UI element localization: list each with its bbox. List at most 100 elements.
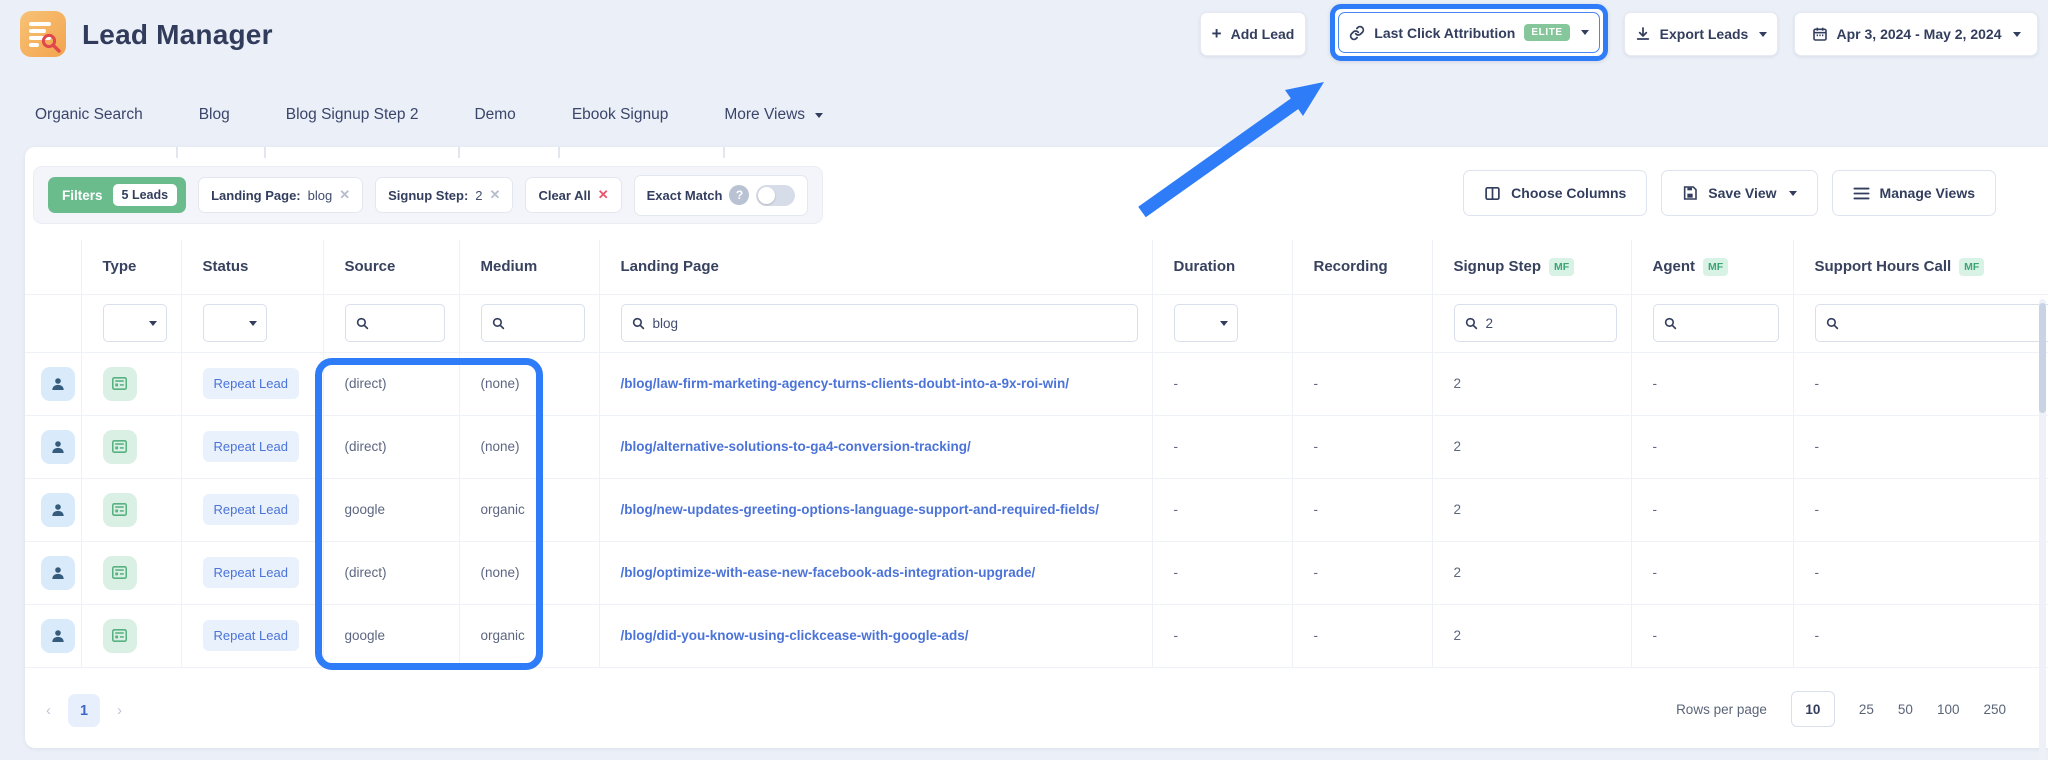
filter-chip-signup-step[interactable]: Signup Step: 2 ✕: [375, 177, 514, 213]
support-filter-field[interactable]: [1846, 315, 2048, 331]
tab-divider: [558, 147, 560, 158]
filter-source-cell: [323, 294, 460, 353]
table-row[interactable]: Repeat Lead google organic /blog/new-upd…: [25, 478, 2048, 542]
header-duration: Duration: [1152, 240, 1293, 295]
attribution-highlight-ring: Last Click Attribution ELITE: [1330, 4, 1608, 61]
export-leads-button[interactable]: Export Leads: [1624, 12, 1778, 56]
row-support-cell: -: [1793, 415, 2048, 479]
signup-step-filter-input[interactable]: [1453, 304, 1617, 342]
header-signup-step: Signup Step MF: [1432, 240, 1632, 295]
clear-all-button[interactable]: Clear All ✕: [525, 177, 622, 213]
row-avatar-cell: [25, 478, 82, 542]
row-signup-step-cell: 2: [1432, 541, 1632, 605]
filter-chip-landing-page[interactable]: Landing Page: blog ✕: [198, 177, 364, 213]
status-badge: Repeat Lead: [202, 368, 299, 399]
agent-filter-input[interactable]: [1652, 304, 1779, 342]
more-views-dropdown[interactable]: More Views: [724, 100, 824, 130]
table-filter-row: [25, 294, 2048, 353]
header-type: Type: [81, 240, 182, 295]
status-filter-select[interactable]: [202, 304, 267, 342]
elite-badge: ELITE: [1524, 24, 1570, 41]
table-row[interactable]: Repeat Lead (direct) (none) /blog/law-fi…: [25, 352, 2048, 416]
chevron-down-icon: [1788, 190, 1797, 196]
medium-filter-input[interactable]: [480, 304, 585, 342]
row-support-cell: -: [1793, 541, 2048, 605]
row-source-cell: (direct): [323, 352, 460, 416]
choose-columns-button[interactable]: Choose Columns: [1463, 170, 1648, 216]
type-filter-select[interactable]: [102, 304, 167, 342]
source-filter-input[interactable]: [344, 304, 445, 342]
manage-views-button[interactable]: Manage Views: [1831, 170, 1996, 216]
exact-match-toggle[interactable]: [756, 184, 796, 206]
chevron-down-icon: [1219, 320, 1228, 326]
save-icon: [1684, 186, 1698, 200]
row-status-cell: Repeat Lead: [181, 352, 324, 416]
rows-per-page-50[interactable]: 50: [1898, 702, 1913, 717]
row-status-cell: Repeat Lead: [181, 604, 324, 668]
signup-step-filter-field[interactable]: [1485, 315, 1606, 331]
tab-blog-signup-step-2[interactable]: Blog Signup Step 2: [286, 100, 419, 130]
tab-ebook-signup[interactable]: Ebook Signup: [572, 100, 669, 130]
row-support-cell: -: [1793, 604, 2048, 668]
table-row[interactable]: Repeat Lead (direct) (none) /blog/optimi…: [25, 541, 2048, 605]
next-page-icon[interactable]: ›: [117, 702, 122, 719]
chevron-down-icon: [248, 320, 257, 326]
exact-match-control: Exact Match ?: [633, 174, 809, 216]
landing-page-link[interactable]: /blog/did-you-know-using-clickcease-with…: [621, 628, 969, 643]
support-filter-input[interactable]: [1814, 304, 2048, 342]
row-recording-cell: -: [1292, 415, 1433, 479]
form-lead-icon: [102, 366, 137, 401]
tab-demo[interactable]: Demo: [474, 100, 515, 130]
form-lead-icon: [102, 555, 137, 590]
table-row[interactable]: Repeat Lead google organic /blog/did-you…: [25, 604, 2048, 668]
page-1-button[interactable]: 1: [68, 694, 100, 727]
duration-filter-select[interactable]: [1173, 304, 1238, 342]
row-type-cell: [81, 415, 182, 479]
remove-filter-icon[interactable]: ✕: [339, 187, 350, 203]
filter-signup-step-cell: [1432, 294, 1632, 353]
tab-blog[interactable]: Blog: [199, 100, 230, 130]
chevron-down-icon: [1580, 30, 1589, 35]
landing-page-link[interactable]: /blog/alternative-solutions-to-ga4-conve…: [621, 439, 971, 454]
row-recording-cell: -: [1292, 541, 1433, 605]
tab-organic-search[interactable]: Organic Search: [35, 100, 143, 130]
table-header-row: Type Status Source Medium Landing Page D…: [25, 240, 2048, 295]
row-type-cell: [81, 604, 182, 668]
landing-page-link[interactable]: /blog/new-updates-greeting-options-langu…: [621, 502, 1100, 517]
row-duration-cell: -: [1152, 352, 1293, 416]
row-landing-page-cell: /blog/optimize-with-ease-new-facebook-ad…: [599, 541, 1153, 605]
filters-button[interactable]: Filters 5 Leads: [48, 177, 187, 213]
header-landing-page: Landing Page: [599, 240, 1153, 295]
rows-per-page-25[interactable]: 25: [1859, 702, 1874, 717]
search-icon: [1664, 317, 1676, 329]
save-view-button[interactable]: Save View: [1661, 170, 1818, 216]
header-medium: Medium: [459, 240, 600, 295]
prev-page-icon[interactable]: ‹: [46, 702, 51, 719]
search-icon: [1465, 317, 1477, 329]
view-toolbar: Choose Columns Save View Manage Views: [1463, 170, 1996, 216]
last-click-attribution-button[interactable]: Last Click Attribution ELITE: [1338, 12, 1600, 53]
row-source-cell: (direct): [323, 541, 460, 605]
remove-filter-icon[interactable]: ✕: [490, 187, 501, 203]
scrollbar-thumb[interactable]: [2039, 303, 2046, 413]
filter-support-cell: [1793, 294, 2048, 353]
add-lead-button[interactable]: + Add Lead: [1200, 12, 1306, 56]
tab-divider: [264, 147, 266, 158]
table-row[interactable]: Repeat Lead (direct) (none) /blog/altern…: [25, 415, 2048, 479]
link-icon: [1350, 25, 1365, 40]
rows-per-page-100[interactable]: 100: [1937, 702, 1960, 717]
medium-filter-field[interactable]: [512, 315, 574, 331]
landing-page-link[interactable]: /blog/optimize-with-ease-new-facebook-ad…: [621, 565, 1036, 580]
views-tab-bar: Organic Search Blog Blog Signup Step 2 D…: [35, 100, 824, 130]
source-filter-field[interactable]: [376, 315, 434, 331]
landing-page-filter-input[interactable]: [620, 304, 1138, 342]
agent-filter-field[interactable]: [1684, 315, 1768, 331]
tab-divider: [176, 147, 178, 158]
rows-per-page-250[interactable]: 250: [1983, 702, 2006, 717]
landing-page-filter-field[interactable]: [652, 315, 1127, 331]
landing-page-link[interactable]: /blog/law-firm-marketing-agency-turns-cl…: [621, 376, 1070, 391]
filter-avatar-cell: [25, 294, 82, 353]
date-range-button[interactable]: Apr 3, 2024 - May 2, 2024: [1794, 12, 2038, 56]
help-icon[interactable]: ?: [729, 185, 750, 205]
rows-per-page-10[interactable]: 10: [1790, 691, 1835, 727]
